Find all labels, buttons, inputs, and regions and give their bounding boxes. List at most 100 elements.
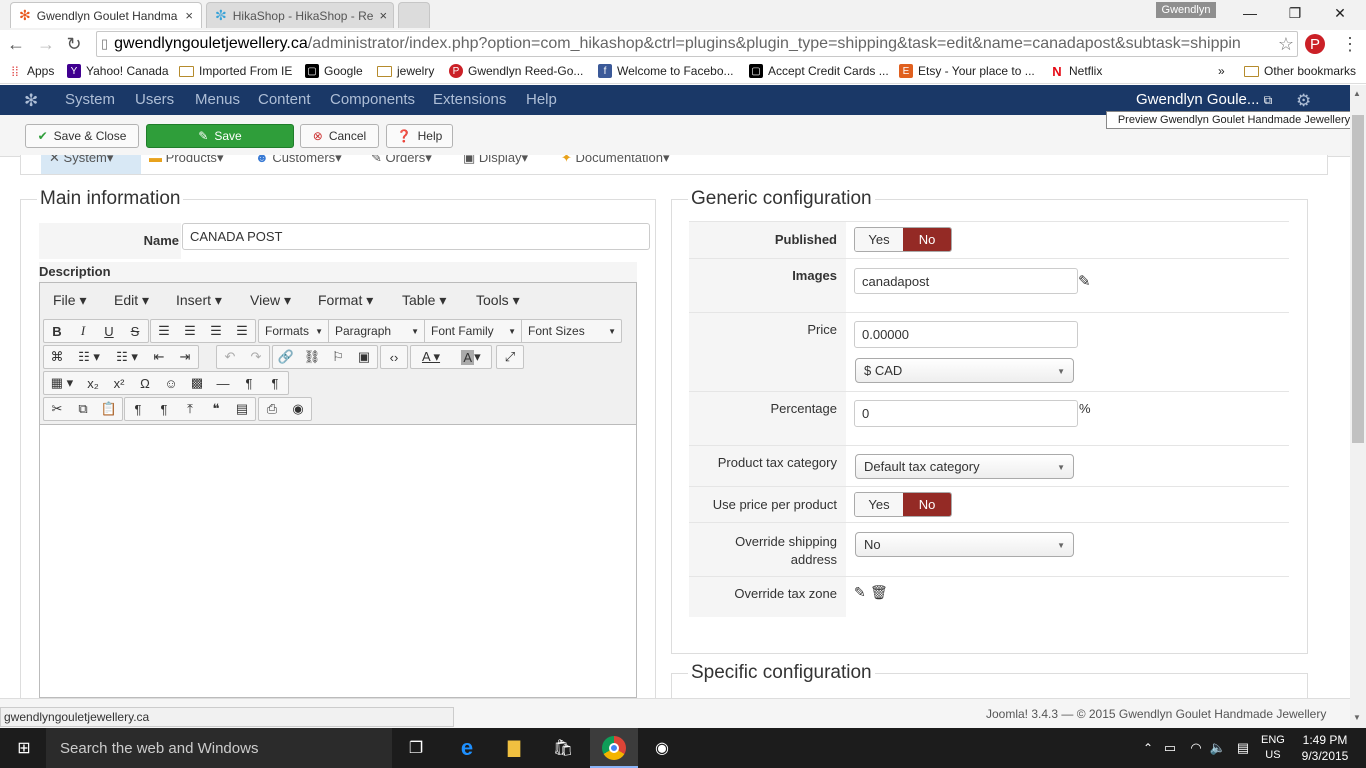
close-icon[interactable]: × <box>379 8 387 23</box>
bullet-list-icon[interactable]: ☷ ▾ <box>70 346 108 368</box>
media-icon[interactable]: ▩ <box>184 372 210 394</box>
bookmark-other[interactable]: Other bookmarks <box>1244 62 1356 80</box>
forward-icon[interactable]: → <box>34 32 58 56</box>
font-sizes-select[interactable]: Font Sizes ▼ <box>522 320 621 342</box>
app-icon[interactable]: ◉ <box>650 736 674 760</box>
undo-icon[interactable]: ↶ <box>217 346 243 368</box>
page-break-icon[interactable]: ▤ <box>229 398 255 420</box>
trash-icon[interactable]: 🗑 <box>870 584 888 601</box>
font-family-select[interactable]: Font Family ▼ <box>425 320 522 342</box>
background-color-icon[interactable]: A ▾ <box>451 346 491 368</box>
underline-icon[interactable]: U <box>96 320 122 342</box>
submenu-products[interactable]: ▬ Products▾ <box>149 155 223 166</box>
numbered-list-icon[interactable]: ☷ ▾ <box>108 346 146 368</box>
nav-components[interactable]: Components <box>330 91 415 108</box>
percentage-input[interactable]: 0 <box>854 400 1078 427</box>
copy-icon[interactable]: ⧉ <box>70 398 96 420</box>
images-input[interactable]: canadapost <box>854 268 1078 294</box>
help-button[interactable]: ❓ Help <box>386 124 453 148</box>
align-right-icon[interactable]: ☰ <box>203 320 229 342</box>
editor-menu-view[interactable]: View ▾ <box>250 292 291 309</box>
bold-icon[interactable]: B <box>44 320 70 342</box>
paragraph-select[interactable]: Paragraph ▼ <box>329 320 425 342</box>
text-color-icon[interactable]: A ▾ <box>411 346 451 368</box>
save-close-button[interactable]: ✔ Save & Close <box>25 124 139 148</box>
nav-users[interactable]: Users <box>135 91 174 108</box>
scroll-up-icon[interactable]: ▲ <box>1353 89 1361 98</box>
preview-icon[interactable]: ◉ <box>285 398 311 420</box>
tab-gwendlyn[interactable]: ✻ Gwendlyn Goulet Handma × <box>10 2 202 28</box>
price-input[interactable]: 0.00000 <box>854 321 1078 348</box>
horizontal-rule-icon[interactable]: — <box>210 372 236 394</box>
align-justify-icon[interactable]: ☰ <box>229 320 255 342</box>
superscript-icon[interactable]: x² <box>106 372 132 394</box>
taskbar-search[interactable]: Search the web and Windows <box>46 728 392 768</box>
unlink-icon[interactable]: ⛓ <box>299 346 325 368</box>
tab-hikashop[interactable]: ✼ HikaShop - HikaShop - Re × <box>206 2 394 28</box>
pinterest-icon[interactable]: P <box>1305 34 1325 54</box>
nav-extensions[interactable]: Extensions <box>433 91 506 108</box>
bookmark-jewelry[interactable]: jewelry <box>377 62 434 80</box>
edge-icon[interactable]: e <box>455 735 479 760</box>
show-hidden-icons[interactable]: ⌃ <box>1136 736 1160 760</box>
submenu-orders[interactable]: ✎ Orders▾ <box>371 155 432 166</box>
file-explorer-icon[interactable]: ▇ <box>502 736 526 760</box>
restore-icon[interactable]: ❐ <box>1275 2 1315 24</box>
volume-icon[interactable]: 🔈 <box>1206 736 1230 760</box>
bookmark-facebook[interactable]: f Welcome to Facebo... <box>598 62 734 80</box>
more-bookmarks[interactable]: » <box>1218 62 1225 80</box>
submenu-customers[interactable]: ☻ Customers▾ <box>255 155 342 166</box>
editor-menu-table[interactable]: Table ▾ <box>402 292 446 309</box>
code-icon[interactable]: ‹› <box>381 346 407 368</box>
submenu-display[interactable]: ▣ Display▾ <box>463 155 528 166</box>
align-center-icon[interactable]: ☰ <box>177 320 203 342</box>
subscript-icon[interactable]: x₂ <box>80 372 106 394</box>
published-no[interactable]: No <box>903 228 951 251</box>
reload-icon[interactable]: ↻ <box>62 32 86 56</box>
bookmark-gwendlyn[interactable]: P Gwendlyn Reed-Go... <box>449 62 583 80</box>
submenu-documentation[interactable]: ✦ Documentation▾ <box>561 155 670 166</box>
scroll-down-icon[interactable]: ▼ <box>1353 713 1361 722</box>
new-tab-button[interactable] <box>398 2 430 28</box>
redo-icon[interactable]: ↷ <box>243 346 269 368</box>
page-scrollbar[interactable]: ▲ ▼ <box>1350 85 1366 728</box>
outdent-icon[interactable]: ⇤ <box>146 346 172 368</box>
notifications-icon[interactable]: ▤ <box>1231 736 1255 760</box>
bookmark-yahoo[interactable]: Y Yahoo! Canada <box>67 62 169 80</box>
bookmark-imported[interactable]: Imported From IE <box>179 62 292 80</box>
special-char-icon[interactable]: Ω <box>132 372 158 394</box>
store-icon[interactable]: 🛍 <box>551 736 575 760</box>
joomla-logo-icon[interactable]: ✻ <box>24 91 38 111</box>
scrollbar-thumb[interactable] <box>1352 115 1364 443</box>
site-preview-link[interactable]: Gwendlyn Goule... ⧉ <box>1136 91 1272 108</box>
ltr-icon[interactable]: ¶ <box>236 372 262 394</box>
align-left-icon[interactable]: ☰ <box>151 320 177 342</box>
battery-icon[interactable]: ▭ <box>1158 736 1182 760</box>
visual-blocks-icon[interactable]: ¶ <box>151 398 177 420</box>
cancel-button[interactable]: ⊗ Cancel <box>300 124 379 148</box>
rtl-icon[interactable]: ¶ <box>262 372 288 394</box>
editor-menu-insert[interactable]: Insert ▾ <box>176 292 222 309</box>
currency-select[interactable]: $ CAD ▼ <box>855 358 1074 383</box>
editor-menu-tools[interactable]: Tools ▾ <box>476 292 520 309</box>
print-icon[interactable]: ⎙ <box>259 398 285 420</box>
nav-help[interactable]: Help <box>526 91 557 108</box>
visual-chars-icon[interactable]: ¶ <box>125 398 151 420</box>
cut-icon[interactable]: ✂ <box>44 398 70 420</box>
italic-icon[interactable]: I <box>70 320 96 342</box>
blockquote-icon[interactable]: ❝ <box>203 398 229 420</box>
gear-icon[interactable]: ⚙ <box>1296 91 1311 111</box>
editor-menu-edit[interactable]: Edit ▾ <box>114 292 149 309</box>
profile-badge[interactable]: Gwendlyn <box>1156 2 1216 18</box>
language-indicator[interactable]: ENG US <box>1261 733 1285 763</box>
bookmark-netflix[interactable]: N Netflix <box>1050 62 1102 80</box>
window-close-icon[interactable]: ✕ <box>1320 2 1360 24</box>
wifi-icon[interactable]: ◠ <box>1184 736 1208 760</box>
published-yes[interactable]: Yes <box>855 228 903 251</box>
chrome-taskbar-item[interactable] <box>590 728 638 768</box>
per-product-yes[interactable]: Yes <box>855 493 903 516</box>
star-icon[interactable]: ☆ <box>1274 32 1298 56</box>
strikethrough-icon[interactable]: S <box>122 320 148 342</box>
per-product-toggle[interactable]: Yes No <box>854 492 952 517</box>
menu-icon[interactable]: ⋮ <box>1338 32 1362 56</box>
